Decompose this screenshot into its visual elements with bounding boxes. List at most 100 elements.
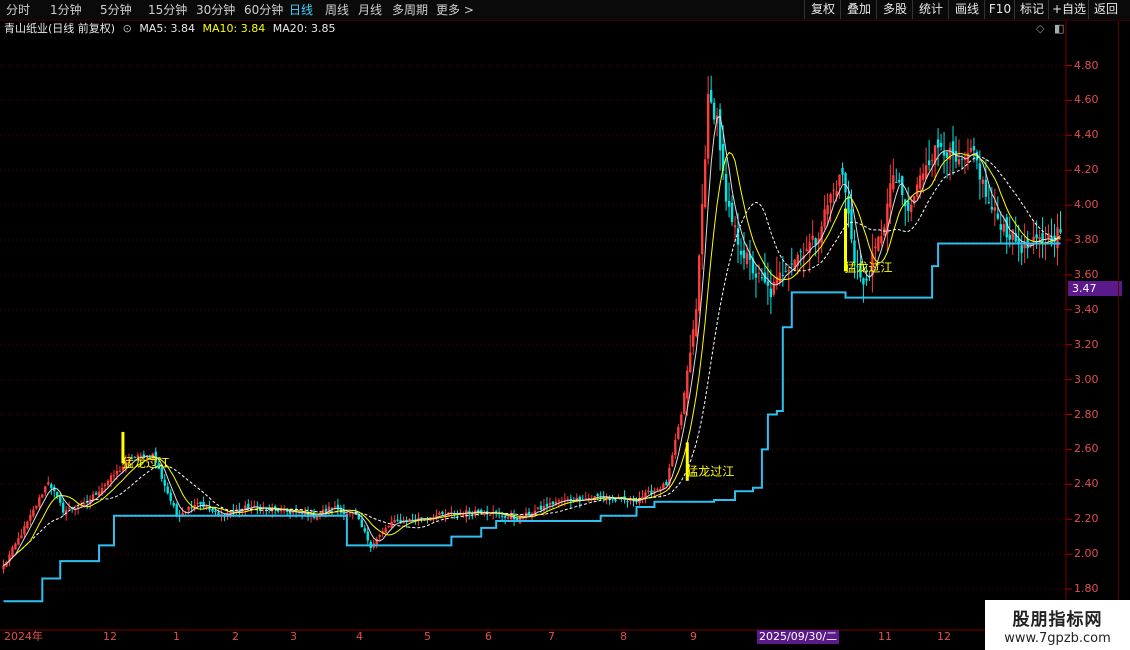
f10-button[interactable]: F10 [984, 0, 1015, 19]
candle-body [674, 439, 677, 456]
candle-body [784, 271, 788, 273]
y-axis-label: 3.60 [1074, 267, 1099, 281]
collapse-icon[interactable]: ⊙ [123, 22, 132, 35]
candle-body [217, 512, 220, 516]
candle-body [695, 309, 698, 337]
candle-body [987, 202, 991, 204]
candle-body [333, 506, 337, 508]
candle-body [614, 500, 617, 502]
candle-body [930, 159, 934, 161]
candle-body [892, 175, 895, 190]
candle-body [214, 510, 217, 512]
candle-body [20, 535, 23, 539]
overlay-button[interactable]: 叠加 [840, 0, 877, 19]
time-axis-label: 9 [690, 630, 697, 643]
y-axis-label: 3.40 [1074, 302, 1099, 316]
panel-toggle-icon[interactable]: ◧ [1054, 22, 1064, 35]
candle-body [477, 509, 480, 512]
tab-multi[interactable]: 多周期 [392, 2, 428, 18]
candle-body [1038, 237, 1041, 239]
signal-label: 猛龙过江 [845, 260, 893, 274]
candle-body [689, 352, 692, 373]
candle-body [44, 486, 47, 493]
tab-more[interactable]: 更多 > [436, 2, 474, 18]
tab-daily[interactable]: 日线 [289, 2, 313, 18]
tab-monthly[interactable]: 月线 [358, 2, 382, 18]
candle-body [769, 288, 773, 298]
candle-body [324, 508, 328, 511]
candle-body [709, 89, 713, 103]
current-price-tag: 3.47 [1068, 281, 1122, 296]
candle-body [190, 507, 193, 509]
candle-body [683, 392, 686, 414]
tab-15min[interactable]: 15分钟 [148, 2, 187, 18]
candle-body [811, 235, 814, 240]
candle-body [832, 189, 835, 191]
candle-body [799, 251, 802, 253]
candle-body [1035, 234, 1038, 239]
y-axis-label: 2.00 [1074, 547, 1099, 561]
candle-body [1002, 224, 1005, 232]
multi-stock-button[interactable]: 多股 [876, 0, 913, 19]
candle-body [718, 109, 722, 151]
candle-body [506, 517, 510, 519]
add-watchlist-button[interactable]: +自选 [1048, 0, 1089, 19]
candle-body [32, 509, 35, 517]
candle-body [172, 502, 175, 506]
candle-body [838, 174, 841, 186]
candle-body [677, 426, 680, 439]
candle-body [972, 146, 976, 151]
candle-body [26, 521, 29, 529]
watermark-line1: 股朋指标网 [1012, 610, 1103, 630]
fuquan-button[interactable]: 复权 [804, 0, 841, 19]
candle-body [50, 484, 53, 489]
candle-body [396, 519, 399, 521]
candle-body [733, 225, 737, 228]
candle-body [686, 370, 689, 399]
candle-body [548, 502, 552, 506]
candle-body [745, 252, 749, 265]
tab-1min[interactable]: 1分钟 [50, 2, 82, 18]
back-button[interactable]: 返回 [1088, 0, 1123, 19]
mark-button[interactable]: 标记 [1014, 0, 1049, 19]
y-axis-label: 4.60 [1074, 93, 1099, 107]
diamond-icon[interactable]: ◇ [1036, 22, 1044, 35]
tab-5min[interactable]: 5分钟 [100, 2, 132, 18]
stock-title[interactable]: 青山纸业(日线 前复权) [4, 22, 115, 35]
candle-body [441, 511, 444, 514]
y-axis-label: 3.80 [1074, 233, 1099, 246]
draw-button[interactable]: 画线 [948, 0, 985, 19]
tab-weekly[interactable]: 周线 [325, 2, 349, 18]
watermark-logo: 股朋指标网 www.7gpzb.com [985, 600, 1130, 650]
candle-body [990, 206, 994, 210]
candle-body [877, 236, 880, 251]
time-axis-label: 2 [232, 630, 239, 643]
candle-body [500, 515, 504, 517]
candle-body [781, 275, 785, 277]
candle-body [712, 102, 716, 120]
tab-60min[interactable]: 60分钟 [244, 2, 283, 18]
y-axis-label: 3.20 [1074, 337, 1099, 351]
candle-body [969, 147, 973, 152]
candle-body [954, 150, 958, 162]
candle-body [927, 160, 931, 166]
candle-body [175, 504, 178, 517]
tab-30min[interactable]: 30分钟 [196, 2, 235, 18]
candle-body [1041, 233, 1044, 242]
candle-body [187, 506, 190, 511]
candle-body [760, 277, 764, 279]
candle-body [939, 142, 943, 147]
y-axis-label: 2.60 [1074, 442, 1099, 456]
candlestick-chart[interactable]: 猛龙过江猛龙过江猛龙过江 [0, 21, 1130, 650]
right-side-panel-strip[interactable] [1118, 21, 1130, 631]
tab-minute[interactable]: 分时 [6, 2, 30, 18]
time-axis-label: 1 [173, 630, 180, 643]
candle-body [253, 505, 256, 507]
candle-body [739, 250, 743, 255]
candle-body [656, 489, 659, 491]
y-axis-label: 4.00 [1074, 198, 1099, 212]
candle-body [1032, 236, 1035, 242]
candle-body [11, 547, 14, 557]
candle-body [91, 494, 95, 501]
stats-button[interactable]: 统计 [912, 0, 949, 19]
